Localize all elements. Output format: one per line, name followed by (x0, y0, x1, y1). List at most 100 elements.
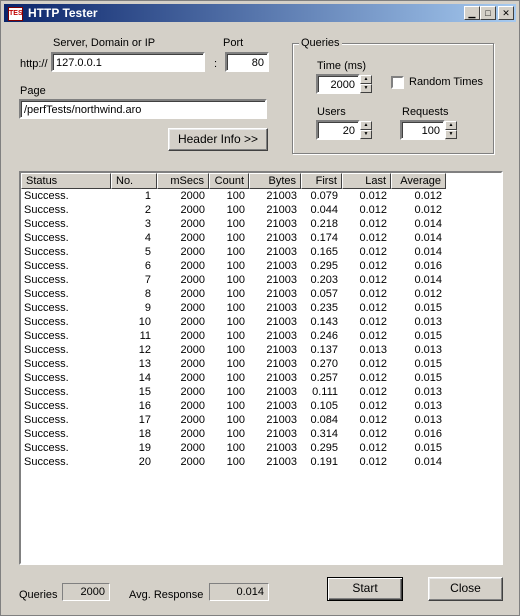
table-row[interactable]: Success. 15 2000 100 21003 0.111 0.012 0.013 (21, 385, 501, 399)
cell-last: 0.012 (359, 204, 387, 216)
table-row[interactable]: Success. 3 2000 100 21003 0.218 0.012 0.014 (21, 217, 501, 231)
port-input[interactable]: 80 (225, 52, 269, 72)
table-row[interactable]: Success. 17 2000 100 21003 0.084 0.012 0.013 (21, 413, 501, 427)
column-header-first[interactable]: First (301, 173, 342, 189)
cell-msecs: 2000 (180, 190, 205, 202)
table-row[interactable]: Success. 14 2000 100 21003 0.257 0.012 0.015 (21, 371, 501, 385)
table-row[interactable]: Success. 16 2000 100 21003 0.105 0.012 0.013 (21, 399, 501, 413)
table-row[interactable]: Success. 8 2000 100 21003 0.057 0.012 0.012 (21, 287, 501, 301)
cell-bytes: 21003 (266, 218, 297, 230)
cell-no: 2 (144, 204, 151, 216)
minimize-icon[interactable]: ▁ (464, 6, 480, 20)
results-rows: Success. 1 2000 100 21003 0.079 0.012 0.012 Succ… (21, 189, 501, 469)
cell-last: 0.012 (359, 260, 387, 272)
table-row[interactable]: Success. 5 2000 100 21003 0.165 0.012 0.014 (21, 245, 501, 259)
table-row[interactable]: Success. 2 2000 100 21003 0.044 0.012 0.012 (21, 203, 501, 217)
requests-input[interactable]: 100 (400, 120, 445, 140)
cell-last: 0.012 (359, 358, 387, 370)
column-header-average[interactable]: Average (391, 173, 446, 189)
table-row[interactable]: Success. 12 2000 100 21003 0.137 0.013 0.013 (21, 343, 501, 357)
cell-first: 0.057 (310, 288, 338, 300)
cell-count: 100 (226, 246, 245, 258)
window-title: HTTP Tester (28, 6, 98, 20)
column-header-last[interactable]: Last (342, 173, 391, 189)
cell-status: Success. (24, 204, 69, 216)
server-input[interactable]: 127.0.0.1 (51, 52, 205, 72)
title-bar[interactable]: TEST HTTP Tester ▁ □ ✕ (4, 4, 516, 22)
column-header-no[interactable]: No. (111, 173, 157, 189)
cell-status: Success. (24, 302, 69, 314)
cell-msecs: 2000 (180, 344, 205, 356)
close-button[interactable]: Close (428, 577, 503, 601)
cell-bytes: 21003 (266, 386, 297, 398)
table-row[interactable]: Success. 4 2000 100 21003 0.174 0.012 0.014 (21, 231, 501, 245)
cell-bytes: 21003 (266, 442, 297, 454)
queries-total-label: Queries (19, 589, 58, 601)
cell-first: 0.246 (310, 330, 338, 342)
cell-count: 100 (226, 442, 245, 454)
cell-bytes: 21003 (266, 246, 297, 258)
cell-status: Success. (24, 232, 69, 244)
random-times-label: Random Times (409, 76, 483, 88)
spin-up-icon[interactable]: ▲ (360, 75, 372, 84)
cell-bytes: 21003 (266, 414, 297, 426)
cell-count: 100 (226, 204, 245, 216)
table-row[interactable]: Success. 9 2000 100 21003 0.235 0.012 0.015 (21, 301, 501, 315)
cell-msecs: 2000 (180, 456, 205, 468)
cell-average: 0.015 (414, 358, 442, 370)
cell-first: 0.191 (310, 456, 338, 468)
results-list[interactable]: Status No. mSecs Count Bytes First Last … (19, 171, 503, 565)
table-row[interactable]: Success. 1 2000 100 21003 0.079 0.012 0.012 (21, 189, 501, 203)
table-row[interactable]: Success. 11 2000 100 21003 0.246 0.012 0.015 (21, 329, 501, 343)
cell-first: 0.105 (310, 400, 338, 412)
table-row[interactable]: Success. 18 2000 100 21003 0.314 0.012 0.016 (21, 427, 501, 441)
cell-no: 6 (144, 260, 151, 272)
users-input[interactable]: 20 (316, 120, 360, 140)
cell-average: 0.014 (414, 218, 442, 230)
cell-no: 16 (138, 400, 151, 412)
cell-status: Success. (24, 456, 69, 468)
cell-average: 0.012 (414, 288, 442, 300)
maximize-icon[interactable]: □ (480, 6, 496, 20)
column-header-count[interactable]: Count (209, 173, 249, 189)
cell-first: 0.137 (310, 344, 338, 356)
close-icon[interactable]: ✕ (498, 6, 514, 20)
spin-down-icon[interactable]: ▼ (360, 130, 372, 139)
table-row[interactable]: Success. 6 2000 100 21003 0.295 0.012 0.016 (21, 259, 501, 273)
random-times-checkbox[interactable] (391, 76, 404, 89)
cell-msecs: 2000 (180, 372, 205, 384)
cell-count: 100 (226, 344, 245, 356)
cell-count: 100 (226, 288, 245, 300)
page-input[interactable]: /perfTests/northwind.aro (19, 99, 267, 119)
spin-down-icon[interactable]: ▼ (445, 130, 457, 139)
requests-spinner[interactable]: ▲ ▼ (445, 121, 457, 139)
cell-average: 0.013 (414, 316, 442, 328)
time-spinner[interactable]: ▲ ▼ (360, 75, 372, 93)
cell-first: 0.111 (312, 386, 338, 398)
cell-average: 0.014 (414, 456, 442, 468)
table-row[interactable]: Success. 13 2000 100 21003 0.270 0.012 0.015 (21, 357, 501, 371)
spin-down-icon[interactable]: ▼ (360, 84, 372, 93)
table-row[interactable]: Success. 19 2000 100 21003 0.295 0.012 0.015 (21, 441, 501, 455)
cell-average: 0.015 (414, 302, 442, 314)
cell-status: Success. (24, 218, 69, 230)
table-row[interactable]: Success. 7 2000 100 21003 0.203 0.012 0.014 (21, 273, 501, 287)
start-button[interactable]: Start (327, 577, 403, 601)
cell-last: 0.012 (359, 386, 387, 398)
users-spinner[interactable]: ▲ ▼ (360, 121, 372, 139)
time-label: Time (ms) (317, 60, 367, 72)
column-header-status[interactable]: Status (21, 173, 111, 189)
column-header-msecs[interactable]: mSecs (157, 173, 209, 189)
spin-up-icon[interactable]: ▲ (360, 121, 372, 130)
cell-average: 0.015 (414, 372, 442, 384)
cell-last: 0.012 (359, 442, 387, 454)
table-row[interactable]: Success. 20 2000 100 21003 0.191 0.012 0.014 (21, 455, 501, 469)
cell-first: 0.257 (310, 372, 338, 384)
table-row[interactable]: Success. 10 2000 100 21003 0.143 0.012 0.013 (21, 315, 501, 329)
cell-status: Success. (24, 414, 69, 426)
cell-first: 0.270 (310, 358, 338, 370)
time-input[interactable]: 2000 (316, 74, 360, 94)
column-header-bytes[interactable]: Bytes (249, 173, 301, 189)
spin-up-icon[interactable]: ▲ (445, 121, 457, 130)
header-info-button[interactable]: Header Info >> (168, 128, 268, 151)
